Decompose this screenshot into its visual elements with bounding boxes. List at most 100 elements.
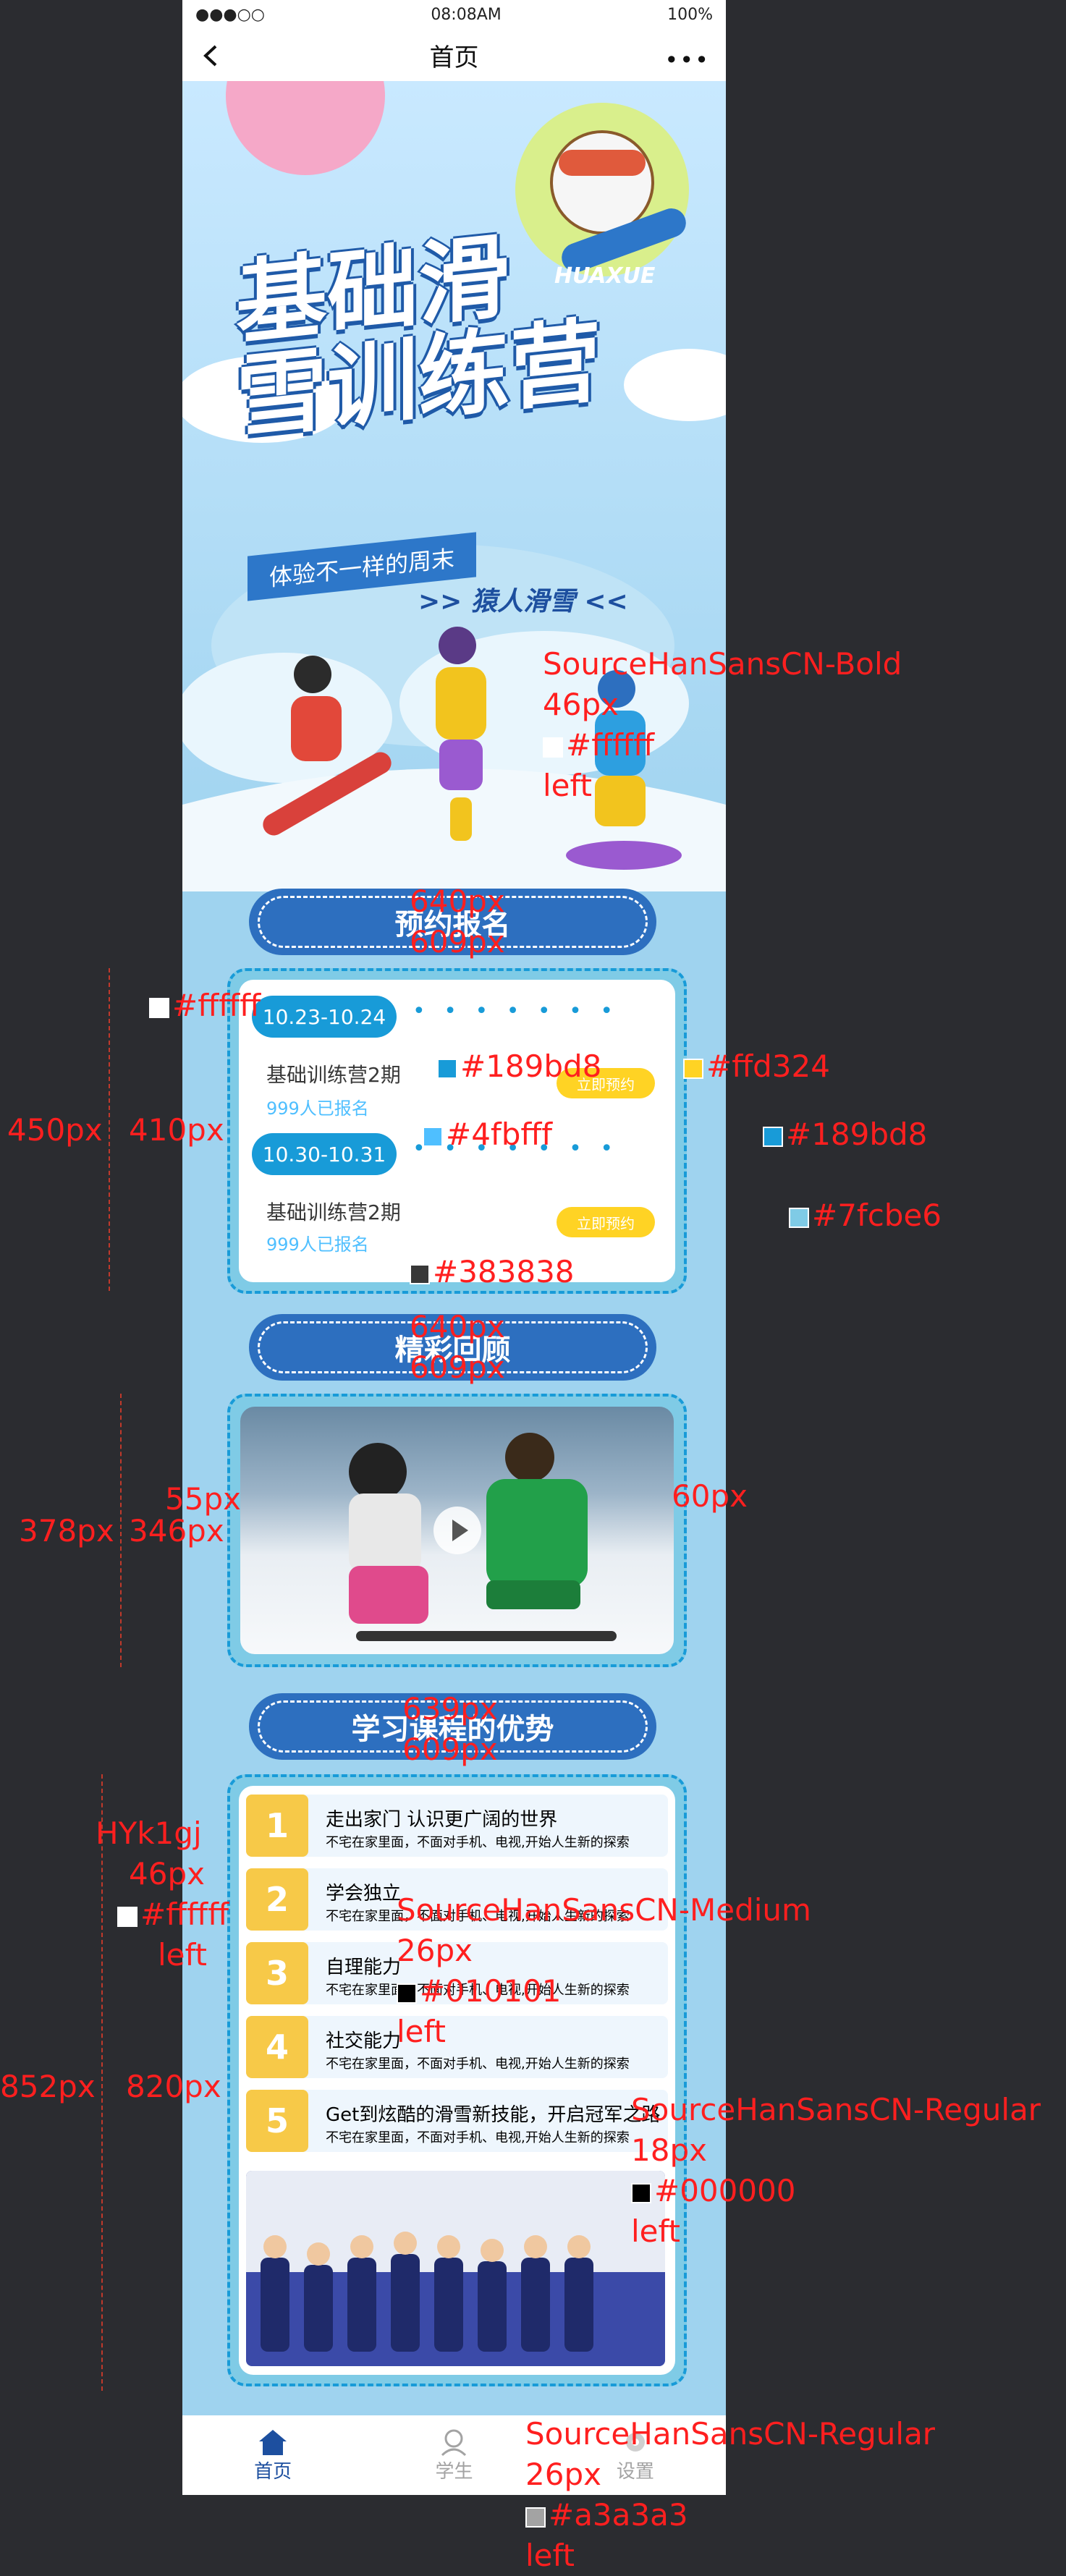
advantage-title-1: 走出家门 认识更广阔的世界 <box>326 1809 558 1831</box>
annotation-color: #000000 <box>631 2171 1041 2211</box>
annotation-width-review: 640px 609px <box>410 1307 505 1388</box>
tab-student-label: 学生 <box>435 2460 473 2483</box>
student-icon <box>441 2429 467 2456</box>
annotation-size: 26px <box>397 1933 473 1968</box>
session-name-1: 基础训练营2期 <box>266 1063 401 1087</box>
annotation-color-text: #010101 <box>420 1973 562 2009</box>
status-bar: ●●●○○ 08:08AM 100% <box>182 0 726 29</box>
annotation-width-adv: 639px 609px <box>402 1689 498 1770</box>
tab-home[interactable]: 首页 <box>182 2415 363 2495</box>
dimension-line <box>120 1394 122 1667</box>
annotation-height-2: 410px <box>129 1112 224 1148</box>
advantage-title-3: 自理能力 <box>326 1957 402 1978</box>
page-title: 首页 <box>429 43 479 72</box>
annotation-size: 18px <box>631 2132 707 2168</box>
annotation-align: left <box>543 768 593 803</box>
signal-indicator: ●●●○○ <box>195 5 265 24</box>
advantage-desc-4: 不宅在家里面，不面对手机、电视,开始人生新的探索 <box>326 2056 630 2072</box>
annotation-align: left <box>631 2213 681 2249</box>
annotation-color-text: #7fcbe6 <box>812 1198 942 1233</box>
advantage-title-2: 学会独立 <box>326 1883 402 1905</box>
review-panel <box>227 1394 687 1667</box>
dimension-line <box>109 968 110 1291</box>
advantage-item-5: 5 Get到炫酷的滑雪新技能，开启冠军之路 不宅在家里面，不面对手机、电视,开始… <box>246 2090 668 2152</box>
advantage-desc-5: 不宅在家里面，不面对手机、电视,开始人生新的探索 <box>326 2130 630 2145</box>
annotation-align: left <box>158 1937 208 1973</box>
annotation-color-text: #383838 <box>433 1254 575 1289</box>
annotation-color: #a3a3a3 <box>525 2495 935 2535</box>
advantage-number-1: 1 <box>246 1795 308 1857</box>
session-count-2: 999人已报名 <box>266 1234 369 1255</box>
annotation-color: #ffffff <box>96 1894 229 1935</box>
annotation-color-text: #189bd8 <box>786 1117 928 1152</box>
annotation-blue: #189bd8 <box>437 1046 601 1087</box>
annotation-size: 46px <box>129 1856 205 1891</box>
annotation-width: 609px <box>410 1350 505 1385</box>
annotation-color-text: #ffffff <box>566 727 655 763</box>
annotation-align: left <box>397 2014 447 2049</box>
annotation-color-text: #ffffff <box>172 988 261 1023</box>
brand-mark: HUAXUE <box>554 263 656 289</box>
annotation-width: 639px <box>402 1691 498 1726</box>
annotation-pad-right: 60px <box>672 1478 748 1514</box>
nav-bar: 首页 ••• <box>182 29 726 81</box>
annotation-width: 640px <box>410 884 505 919</box>
book-button-2[interactable]: 立即预约 <box>557 1207 655 1237</box>
annotation-color-text: #a3a3a3 <box>549 2497 688 2533</box>
annotation-size: 46px <box>543 687 619 722</box>
annotation-color: #ffffff <box>543 725 902 766</box>
annotation-font: SourceHanSansCN-Regular <box>525 2416 936 2452</box>
advantage-title-5: Get到炫酷的滑雪新技能，开启冠军之路 <box>326 2104 661 2126</box>
annotation-white: #ffffff <box>149 986 261 1026</box>
annotation-width: 609px <box>402 1732 498 1767</box>
session-count-1: 999人已报名 <box>266 1098 369 1119</box>
annotation-size: 26px <box>525 2457 601 2492</box>
annotation-title-font: SourceHanSansCN-Medium 26px #010101 left <box>397 1890 811 2052</box>
hero-subslogan: >> 猿人滑雪 << <box>418 587 628 617</box>
annotation-yellow: #ffd324 <box>683 1046 830 1087</box>
annotation-color-text: #ffd324 <box>706 1048 830 1084</box>
advantage-title-4: 社交能力 <box>326 2030 402 2052</box>
home-icon <box>259 2429 287 2455</box>
dots-decoration: • • • • • • • <box>413 999 619 1024</box>
annotation-color-text: #4fbfff <box>446 1117 553 1152</box>
annotation-font: SourceHanSansCN-Regular <box>631 2092 1041 2127</box>
advantages-panel: 1 走出家门 认识更广阔的世界 不宅在家里面，不面对手机、电视,开始人生新的探索… <box>227 1774 687 2386</box>
tab-student[interactable]: 学生 <box>363 2415 544 2495</box>
annotation-color-text: #189bd8 <box>460 1048 602 1084</box>
annotation-width: 609px <box>410 924 505 959</box>
advantage-desc-1: 不宅在家里面，不面对手机、电视,开始人生新的探索 <box>326 1835 630 1850</box>
advantages-panel-inner: 1 走出家门 认识更广阔的世界 不宅在家里面，不面对手机、电视,开始人生新的探索… <box>239 1786 675 2375</box>
annotation-font: SourceHanSansCN-Bold <box>543 646 902 682</box>
annotation-lightblue: #4fbfff <box>423 1114 552 1155</box>
annotation-panel: #7fcbe6 <box>789 1195 942 1236</box>
advantage-number-3: 3 <box>246 1942 308 2004</box>
annotation-pad-left: 55px <box>165 1481 241 1517</box>
annotation-height-6: 820px <box>126 2069 221 2104</box>
status-time: 08:08AM <box>431 5 502 24</box>
hero-title: 基础滑 雪训练营 <box>236 220 601 452</box>
annotation-desc-font: SourceHanSansCN-Regular 18px #000000 lef… <box>631 2090 1041 2252</box>
annotation-align: left <box>525 2538 575 2573</box>
play-icon[interactable] <box>433 1507 481 1554</box>
annotation-width: 640px <box>410 1309 505 1344</box>
battery-level: 100% <box>667 5 713 24</box>
annotation-font: SourceHanSansCN-Medium <box>397 1892 811 1928</box>
annotation-height-1: 450px <box>7 1112 103 1148</box>
session-date-1: 10.23-10.24 <box>252 996 397 1038</box>
annotation-text: #383838 <box>410 1252 575 1292</box>
annotation-color-text: #ffffff <box>140 1897 229 1932</box>
tab-home-label: 首页 <box>254 2460 292 2483</box>
annotation-color-text: #000000 <box>654 2173 796 2208</box>
back-icon[interactable] <box>198 42 226 69</box>
more-icon[interactable]: ••• <box>664 46 710 74</box>
session-name-2: 基础训练营2期 <box>266 1200 401 1224</box>
review-video[interactable] <box>240 1407 674 1654</box>
annotation-font: HYk1gj <box>96 1816 202 1851</box>
dimension-line <box>101 1774 103 2391</box>
session-date-2: 10.30-10.31 <box>252 1133 397 1175</box>
annotation-blue2: #189bd8 <box>763 1114 927 1155</box>
annotation-color: #010101 <box>397 1971 811 2012</box>
annotation-number-font: HYk1gj 46px #ffffff left <box>96 1813 229 1975</box>
annotation-width-signup: 640px 609px <box>410 881 505 962</box>
